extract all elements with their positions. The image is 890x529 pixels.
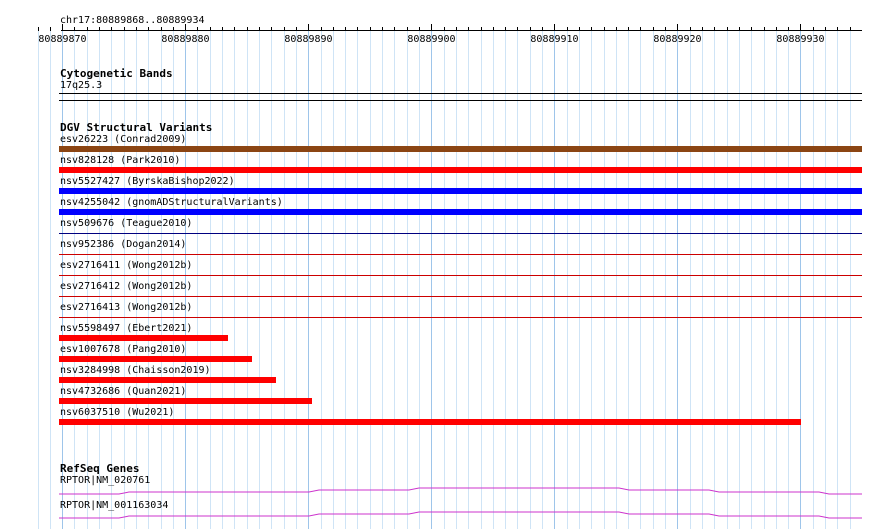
ruler-tick-label: 80889870 xyxy=(38,34,87,45)
variant-label[interactable]: esv2716413 (Wong2012b) xyxy=(60,302,192,314)
variant-bar[interactable] xyxy=(59,377,276,383)
variant-label[interactable]: nsv5527427 (ByrskaBishop2022) xyxy=(60,176,235,188)
variant-bar[interactable] xyxy=(59,296,862,297)
ruler-tick-label: 80889900 xyxy=(407,34,456,45)
variant-label[interactable]: nsv4255042 (gnomADStructuralVariants) xyxy=(60,197,283,209)
variant-bar[interactable] xyxy=(59,254,862,255)
variant-bar[interactable] xyxy=(59,233,862,234)
variant-label[interactable]: esv2716411 (Wong2012b) xyxy=(60,260,192,272)
variant-bar[interactable] xyxy=(59,146,862,152)
variant-label[interactable]: esv1007678 (Pang2010) xyxy=(60,344,186,356)
variant-bar[interactable] xyxy=(59,209,862,215)
ruler-tick-label: 80889920 xyxy=(653,34,702,45)
ruler-tick-label: 80889890 xyxy=(284,34,333,45)
variant-bar[interactable] xyxy=(59,335,228,341)
variant-bar[interactable] xyxy=(59,188,862,194)
dgv-track-title: DGV Structural Variants xyxy=(60,121,213,134)
variant-bar[interactable] xyxy=(59,398,312,404)
ruler-tick-label: 80889910 xyxy=(530,34,579,45)
ruler-tick-label: 80889930 xyxy=(776,34,825,45)
cytoband-line-upper xyxy=(59,93,862,94)
ruler-range-label: chr17:80889868..80889934 xyxy=(60,15,205,26)
variant-label[interactable]: nsv4732686 (Quan2021) xyxy=(60,386,186,398)
variant-label[interactable]: esv2716412 (Wong2012b) xyxy=(60,281,192,293)
refseq-track-title: RefSeq Genes xyxy=(60,462,140,475)
variant-label[interactable]: nsv952386 (Dogan2014) xyxy=(60,239,186,251)
variant-bar[interactable] xyxy=(59,275,862,276)
variant-bar[interactable] xyxy=(59,167,862,173)
variant-label[interactable]: nsv3284998 (Chaisson2019) xyxy=(60,365,211,377)
gene-model[interactable] xyxy=(59,510,862,522)
cytoband-line-lower xyxy=(59,100,862,101)
variant-label[interactable]: esv26223 (Conrad2009) xyxy=(60,134,186,146)
variant-label[interactable]: nsv6037510 (Wu2021) xyxy=(60,407,174,419)
variant-label[interactable]: nsv509676 (Teague2010) xyxy=(60,218,192,230)
cytoband-track-title: Cytogenetic Bands xyxy=(60,67,173,80)
variant-bar[interactable] xyxy=(59,356,252,362)
ruler-tick-label: 80889880 xyxy=(161,34,210,45)
variant-label[interactable]: nsv5598497 (Ebert2021) xyxy=(60,323,192,335)
cytoband-label: 17q25.3 xyxy=(60,80,103,91)
variant-bar[interactable] xyxy=(59,317,862,318)
variant-label[interactable]: nsv828128 (Park2010) xyxy=(60,155,180,167)
gene-model[interactable] xyxy=(59,484,862,496)
variant-bar[interactable] xyxy=(59,419,801,425)
ruler-axis xyxy=(61,30,862,31)
